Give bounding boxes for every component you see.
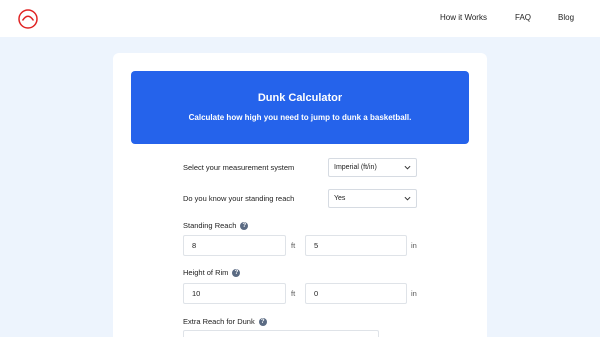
rim-height-label: Height of Rim? [183,268,241,278]
measurement-system-label: Select your measurement system [183,163,295,172]
standing-reach-known-label: Do you know your standing reach [183,194,295,203]
standing-reach-known-value: Yes [334,195,346,202]
top-navbar: How it Works FAQ Blog [0,0,600,37]
rim-height-inches-unit: in [411,289,417,298]
standing-reach-inches-input[interactable]: 5 [305,235,407,256]
measurement-system-value: Imperial (ft/in) [334,164,377,171]
question-icon[interactable]: ? [258,318,267,327]
standing-reach-inches-unit: in [411,241,417,250]
chevron-down-icon [404,196,411,201]
arc-logo-icon[interactable] [18,9,38,29]
standing-reach-label: Standing Reach? [183,221,249,231]
standing-reach-known-select[interactable]: Yes [328,189,417,208]
calculator-banner: Dunk Calculator Calculate how high you n… [131,71,469,144]
standing-reach-feet-input[interactable]: 8 [183,235,286,256]
rim-height-feet-input[interactable]: 10 [183,283,286,304]
nav-how-it-works[interactable]: How it Works [440,13,487,22]
extra-reach-label: Extra Reach for Dunk? [183,317,267,327]
rim-height-inches-input[interactable]: 0 [305,283,407,304]
chevron-down-icon [404,165,411,170]
page-subtitle: Calculate how high you need to jump to d… [188,113,412,122]
standing-reach-feet-unit: ft [291,241,296,250]
extra-reach-label-text: Extra Reach for Dunk [183,317,255,326]
measurement-system-select[interactable]: Imperial (ft/in) [328,158,417,177]
standing-reach-label-text: Standing Reach [183,221,237,230]
nav-blog[interactable]: Blog [558,13,574,22]
question-icon[interactable]: ? [240,222,249,231]
page-title: Dunk Calculator [257,92,343,104]
nav-faq[interactable]: FAQ [515,13,531,22]
extra-reach-input[interactable] [183,330,379,337]
question-icon[interactable]: ? [232,269,241,278]
rim-height-label-text: Height of Rim [183,268,229,277]
rim-height-feet-unit: ft [291,289,296,298]
